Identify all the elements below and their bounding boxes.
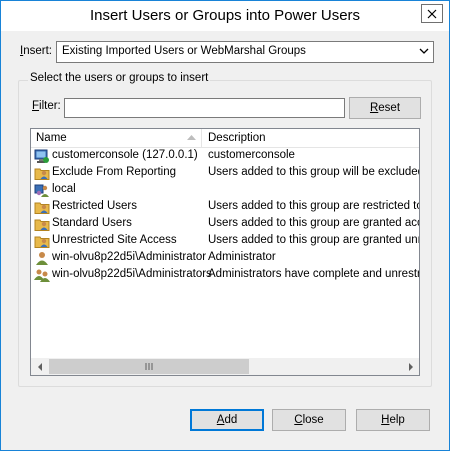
list-item[interactable]: Exclude From Reporting Users added to th… bbox=[31, 165, 419, 182]
column-header-name[interactable]: Name bbox=[31, 129, 202, 148]
item-description: customerconsole bbox=[208, 149, 295, 161]
list-item[interactable]: win-olvu8p22d5i\Administrators Administr… bbox=[31, 267, 419, 284]
folder-user-icon bbox=[34, 168, 50, 180]
filter-input[interactable] bbox=[64, 98, 345, 118]
item-name: Exclude From Reporting bbox=[52, 166, 176, 178]
insert-type-selected: Existing Imported Users or WebMarshal Gr… bbox=[62, 45, 306, 57]
close-button[interactable]: Close bbox=[272, 409, 346, 431]
item-name: customerconsole (127.0.0.1) bbox=[52, 149, 198, 161]
close-window-button[interactable] bbox=[421, 4, 443, 23]
insert-label: Insert: bbox=[20, 45, 52, 57]
list-item[interactable]: Standard Users Users added to this group… bbox=[31, 216, 419, 233]
column-header-description[interactable]: Description bbox=[203, 129, 419, 148]
folder-user-icon bbox=[34, 202, 50, 214]
insert-type-select[interactable]: Existing Imported Users or WebMarshal Gr… bbox=[56, 41, 434, 63]
item-description: Users added to this group are restricted… bbox=[208, 200, 419, 212]
users-icon bbox=[34, 269, 50, 282]
list-item[interactable]: Restricted Users Users added to this gro… bbox=[31, 199, 419, 216]
scroll-left-button[interactable] bbox=[31, 358, 48, 375]
item-name: win-olvu8p22d5i\Administrators bbox=[52, 268, 212, 280]
help-button[interactable]: Help bbox=[356, 409, 430, 431]
item-description: Administrators have complete and unrestr… bbox=[208, 268, 419, 280]
item-description: Users added to this group are granted ac… bbox=[208, 217, 419, 229]
scrollbar-thumb[interactable] bbox=[49, 359, 249, 374]
item-name: local bbox=[52, 183, 76, 195]
grip-icon bbox=[145, 363, 153, 370]
item-name: Unrestricted Site Access bbox=[52, 234, 177, 246]
item-name: Standard Users bbox=[52, 217, 132, 229]
window-title: Insert Users or Groups into Power Users bbox=[89, 7, 361, 24]
list-header: Name Description bbox=[31, 129, 419, 148]
groupbox-caption: Select the users or groups to insert bbox=[28, 72, 211, 84]
scroll-right-button[interactable] bbox=[402, 358, 419, 375]
close-icon bbox=[427, 9, 437, 18]
chevron-left-icon bbox=[37, 362, 42, 371]
computer-icon bbox=[34, 149, 49, 163]
item-name: Restricted Users bbox=[52, 200, 137, 212]
item-description: Administrator bbox=[208, 251, 276, 263]
item-description: Users added to this group are granted un… bbox=[208, 234, 419, 246]
list-item[interactable]: win-olvu8p22d5i\Administrator Administra… bbox=[31, 250, 419, 267]
domain-icon bbox=[34, 184, 49, 197]
item-description: Users added to this group will be exclud… bbox=[208, 166, 419, 178]
list-item[interactable]: local bbox=[31, 182, 419, 199]
reset-button[interactable]: Reset bbox=[349, 97, 421, 119]
users-groups-list[interactable]: Name Description customerconsole (127.0.… bbox=[30, 128, 420, 376]
folder-user-icon bbox=[34, 236, 50, 248]
horizontal-scrollbar[interactable] bbox=[31, 358, 419, 375]
folder-user-icon bbox=[34, 219, 50, 231]
chevron-down-icon bbox=[419, 48, 429, 54]
filter-label: Filter: bbox=[32, 100, 61, 112]
add-button[interactable]: Add bbox=[190, 409, 264, 431]
item-name: win-olvu8p22d5i\Administrator bbox=[52, 251, 207, 263]
chevron-right-icon bbox=[408, 362, 413, 371]
user-icon bbox=[36, 252, 48, 265]
dialog-window: Insert Users or Groups into Power Users … bbox=[0, 0, 450, 451]
title-bar[interactable]: Insert Users or Groups into Power Users bbox=[1, 1, 449, 31]
sort-ascending-icon bbox=[187, 135, 196, 140]
list-item[interactable]: customerconsole (127.0.0.1) customercons… bbox=[31, 148, 419, 165]
list-item[interactable]: Unrestricted Site Access Users added to … bbox=[31, 233, 419, 250]
